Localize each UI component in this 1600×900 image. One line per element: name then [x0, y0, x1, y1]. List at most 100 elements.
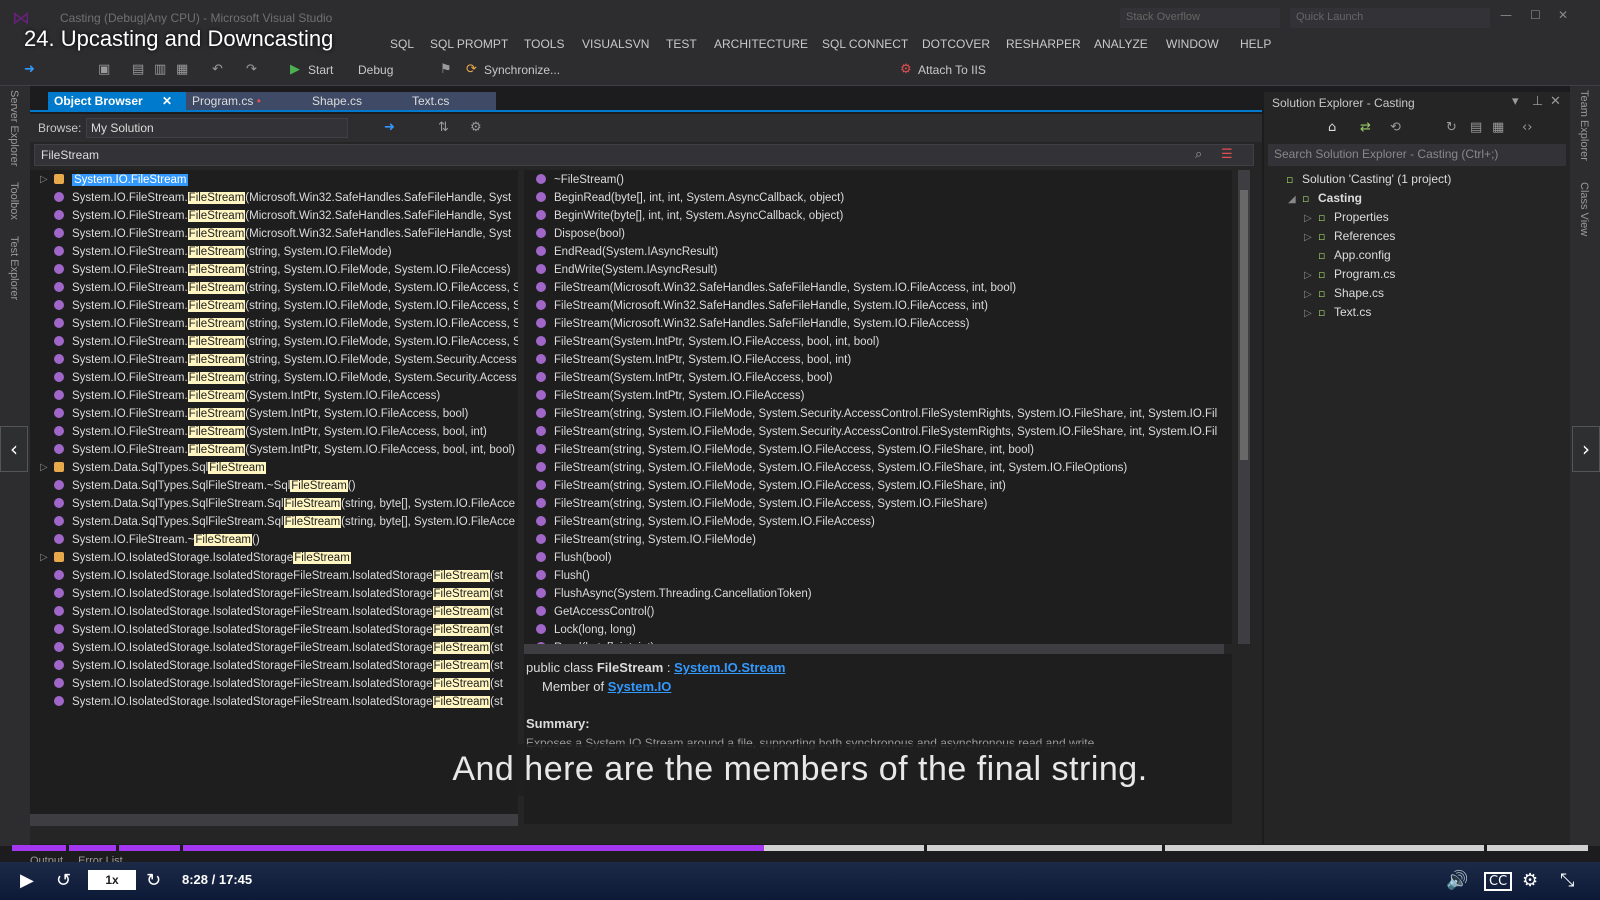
show-all-files-icon[interactable]: ▦: [1492, 120, 1504, 135]
member-list-item[interactable]: ~FileStream(): [536, 174, 624, 192]
back-nav-icon[interactable]: ➜: [384, 120, 395, 135]
solution-tree-item[interactable]: ▷ ▫ Shape.cs: [1304, 286, 1384, 305]
menu-sql[interactable]: SQL: [390, 37, 414, 51]
object-list-item[interactable]: System.IO.FileStream.FileStream(string, …: [54, 264, 510, 282]
back-icon[interactable]: ➜: [24, 62, 35, 77]
expand-arrow-icon[interactable]: ▷: [40, 552, 48, 563]
synchronize-button[interactable]: Synchronize...: [484, 63, 560, 77]
iis-icon[interactable]: ⚙: [900, 62, 912, 77]
tab-text[interactable]: Text.cs: [406, 92, 496, 110]
pin-icon[interactable]: ⚑: [440, 62, 452, 77]
expand-arrow-icon[interactable]: ▷: [1304, 213, 1318, 224]
menu-resharper[interactable]: RESHARPER: [1006, 37, 1081, 51]
member-list-item[interactable]: FlushAsync(System.Threading.Cancellation…: [536, 588, 812, 606]
browse-dropdown[interactable]: My Solution: [86, 118, 348, 138]
menu-sql-prompt[interactable]: SQL PROMPT: [430, 37, 508, 51]
menu-help[interactable]: HELP: [1240, 37, 1271, 51]
object-list-item[interactable]: System.IO.IsolatedStorage.IsolatedStorag…: [54, 624, 503, 642]
menu-analyze[interactable]: ANALYZE: [1094, 37, 1148, 51]
member-list-item[interactable]: Lock(long, long): [536, 624, 636, 642]
member-list-item[interactable]: BeginWrite(byte[], int, int, System.Asyn…: [536, 210, 843, 228]
member-list-item[interactable]: FileStream(string, System.IO.FileMode, S…: [536, 444, 1034, 462]
expand-arrow-icon[interactable]: ▷: [1304, 289, 1318, 300]
maximize-icon[interactable]: ☐: [1530, 8, 1541, 22]
expand-arrow-icon[interactable]: ▷: [40, 174, 48, 185]
captions-icon[interactable]: CC: [1484, 872, 1513, 891]
object-list-item[interactable]: ▷ System.Data.SqlTypes.SqlFileStream: [40, 462, 266, 480]
pin-panel-icon[interactable]: ⊥: [1532, 94, 1543, 109]
object-list-item[interactable]: System.IO.FileStream.FileStream(System.I…: [54, 426, 487, 444]
solution-tree-item[interactable]: ◢ ▫ Casting: [1288, 191, 1362, 210]
minimize-icon[interactable]: —: [1500, 8, 1512, 22]
server-explorer-tab[interactable]: Server Explorer: [8, 90, 20, 166]
member-list-item[interactable]: FileStream(System.IntPtr, System.IO.File…: [536, 372, 833, 390]
object-list-item[interactable]: System.IO.FileStream.FileStream(System.I…: [54, 390, 440, 408]
member-list-item[interactable]: Dispose(bool): [536, 228, 625, 246]
rewind-icon[interactable]: ↺: [56, 870, 71, 891]
playback-speed-button[interactable]: 1x: [88, 870, 136, 890]
stackoverflow-search[interactable]: Stack Overflow: [1120, 8, 1280, 28]
member-list-item[interactable]: Flush(bool): [536, 552, 612, 570]
member-list-item[interactable]: GetAccessControl(): [536, 606, 654, 624]
save-all-icon[interactable]: ▦: [176, 62, 188, 77]
member-list-item[interactable]: FileStream(string, System.IO.FileMode, S…: [536, 426, 1217, 444]
class-view-tab[interactable]: Class View: [1578, 182, 1590, 236]
solution-tree-item[interactable]: ▷ ▫ Text.cs: [1304, 305, 1371, 324]
object-list-item[interactable]: System.IO.IsolatedStorage.IsolatedStorag…: [54, 588, 503, 606]
prev-icon[interactable]: ‹: [0, 426, 28, 472]
menu-window[interactable]: WINDOW: [1166, 37, 1219, 51]
object-list-item[interactable]: System.IO.FileStream.FileStream(System.I…: [54, 408, 468, 426]
switch-views-icon[interactable]: ⇄: [1360, 120, 1371, 135]
team-explorer-tab[interactable]: Team Explorer: [1578, 90, 1590, 161]
menu-tools[interactable]: TOOLS: [524, 37, 564, 51]
redo-icon[interactable]: ↷: [246, 62, 257, 77]
namespace-link[interactable]: System.IO: [608, 679, 672, 694]
object-list-item[interactable]: System.IO.FileStream.FileStream(Microsof…: [54, 192, 511, 210]
member-list-item[interactable]: FileStream(Microsoft.Win32.SafeHandles.S…: [536, 318, 969, 336]
solution-tree-item[interactable]: ▷ ▫ Properties: [1304, 210, 1389, 229]
member-list-item[interactable]: EndRead(System.IAsyncResult): [536, 246, 718, 264]
menu-architecture[interactable]: ARCHITECTURE: [714, 37, 808, 51]
code-view-icon[interactable]: ‹›: [1522, 120, 1532, 135]
close-panel-icon[interactable]: ✕: [1550, 94, 1561, 109]
object-search-input[interactable]: FileStream ⌕ ☰: [34, 144, 1254, 166]
member-list-item[interactable]: FileStream(string, System.IO.FileMode, S…: [536, 462, 1127, 480]
expand-arrow-icon[interactable]: ◢: [1288, 194, 1302, 205]
home-icon[interactable]: ⌂: [1328, 120, 1336, 135]
member-list-item[interactable]: FileStream(string, System.IO.FileMode, S…: [536, 408, 1217, 426]
expand-arrow-icon[interactable]: ▷: [40, 462, 48, 473]
next-icon[interactable]: ›: [1572, 426, 1600, 472]
menu-sql-connect[interactable]: SQL CONNECT: [822, 37, 908, 51]
object-list-item[interactable]: ▷ System.IO.IsolatedStorage.IsolatedStora…: [40, 552, 351, 570]
object-list-item[interactable]: System.IO.FileStream.FileStream(string, …: [54, 372, 517, 390]
object-list-item[interactable]: System.IO.FileStream.FileStream(Microsof…: [54, 228, 511, 246]
member-list-item[interactable]: FileStream(string, System.IO.FileMode, S…: [536, 498, 987, 516]
search-icon[interactable]: ⌕: [1195, 147, 1202, 162]
object-list-item[interactable]: System.Data.SqlTypes.SqlFileStream.SqlFi…: [54, 498, 515, 516]
open-icon[interactable]: ▤: [132, 62, 144, 77]
object-list-item[interactable]: System.IO.FileStream.FileStream(Microsof…: [54, 210, 511, 228]
tab-shape[interactable]: Shape.cs: [306, 92, 406, 110]
object-list-item[interactable]: System.Data.SqlTypes.SqlFileStream.SqlFi…: [54, 516, 515, 534]
add-reference-icon[interactable]: ⇅: [438, 120, 449, 135]
synchronize-icon[interactable]: ⟳: [466, 62, 477, 77]
solution-tree-item[interactable]: ▷ ▫ Program.cs: [1304, 267, 1395, 286]
member-list-item[interactable]: FileStream(System.IntPtr, System.IO.File…: [536, 354, 851, 372]
expand-arrow-icon[interactable]: ▷: [1304, 232, 1318, 243]
members-vertical-scrollbar[interactable]: [1238, 170, 1250, 644]
undo-icon[interactable]: ↶: [212, 62, 223, 77]
config-dropdown[interactable]: Debug: [358, 63, 393, 77]
object-list-item[interactable]: ▷ System.IO.FileStream: [40, 174, 189, 192]
member-list-item[interactable]: FileStream(string, System.IO.FileMode): [536, 534, 756, 552]
objects-horizontal-scrollbar[interactable]: [30, 814, 518, 826]
attach-iis-button[interactable]: Attach To IIS: [918, 63, 986, 77]
settings-icon[interactable]: ⚙: [1522, 870, 1538, 891]
menu-test[interactable]: TEST: [666, 37, 697, 51]
solution-tree-item[interactable]: ▷ ▫ References: [1304, 229, 1395, 248]
member-list-item[interactable]: FileStream(System.IntPtr, System.IO.File…: [536, 336, 879, 354]
video-progress-bar[interactable]: [12, 845, 1588, 851]
solution-tree-item[interactable]: ▫ Solution 'Casting' (1 project): [1272, 172, 1451, 191]
object-list-item[interactable]: System.IO.IsolatedStorage.IsolatedStorag…: [54, 696, 503, 714]
object-list-item[interactable]: System.IO.FileStream.FileStream(string, …: [54, 300, 518, 318]
object-list-item[interactable]: System.IO.FileStream.FileStream(string, …: [54, 336, 518, 354]
